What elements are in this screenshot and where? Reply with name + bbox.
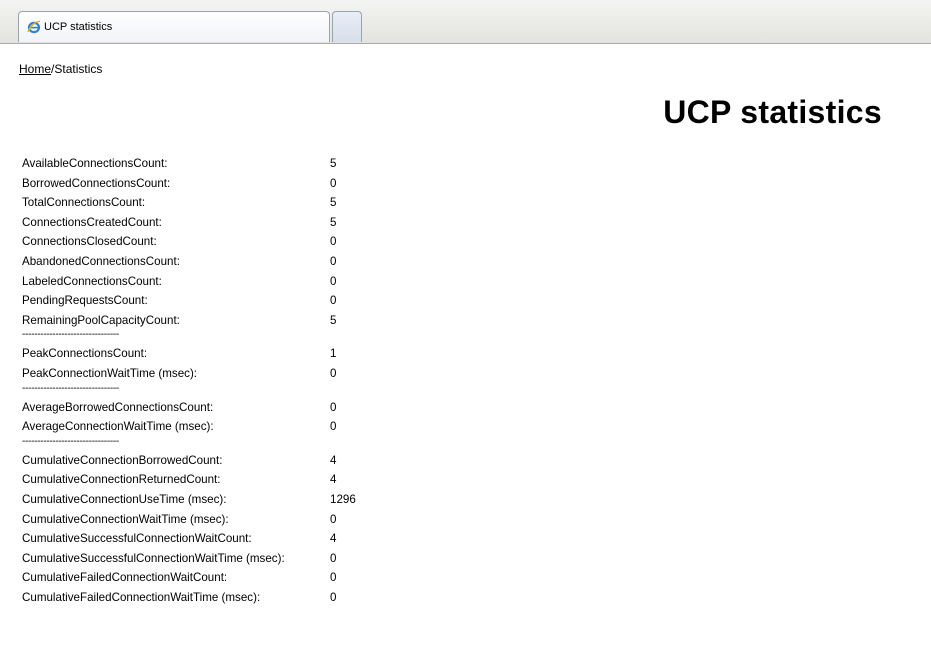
statistic-label: PeakConnectionsCount: xyxy=(22,347,148,361)
statistic-value: 0 xyxy=(330,235,337,249)
section-separator: -------------------------------- xyxy=(22,382,119,394)
browser-tab-title: UCP statistics xyxy=(44,21,113,33)
statistic-value: 5 xyxy=(330,196,337,210)
breadcrumb-current: Statistics xyxy=(54,62,103,76)
statistic-row: CumulativeFailedConnectionWaitTime (msec… xyxy=(22,588,336,608)
statistic-label: CumulativeConnectionBorrowedCount: xyxy=(22,453,223,467)
statistic-value: 4 xyxy=(330,453,337,467)
page-content: Home/Statistics UCP statistics Available… xyxy=(0,44,931,668)
statistic-label: ConnectionsCreatedCount: xyxy=(22,215,162,229)
statistic-label: AverageConnectionWaitTime (msec): xyxy=(22,420,214,434)
statistic-label: CumulativeSuccessfulConnectionWaitCount: xyxy=(22,532,252,546)
section-separator: -------------------------------- xyxy=(22,435,119,447)
statistic-row: RemainingPoolCapacityCount: 5 xyxy=(22,311,336,331)
statistic-value: 0 xyxy=(330,420,337,434)
statistic-row: ConnectionsCreatedCount: 5 xyxy=(22,213,336,233)
statistic-row: CumulativeConnectionReturnedCount: 4 xyxy=(22,470,336,490)
statistic-row: CumulativeConnectionUseTime (msec): 1296 xyxy=(22,490,356,510)
statistic-row: TotalConnectionsCount: 5 xyxy=(22,193,336,213)
statistic-value: 0 xyxy=(330,571,337,585)
statistic-value: 4 xyxy=(330,532,337,546)
statistic-label: TotalConnectionsCount: xyxy=(22,196,146,210)
statistic-row: CumulativeConnectionWaitTime (msec): 0 xyxy=(22,510,336,530)
statistic-row: PeakConnectionsCount: 1 xyxy=(22,344,336,364)
statistic-row: PendingRequestsCount: 0 xyxy=(22,291,336,311)
statistic-row: LabeledConnectionsCount: 0 xyxy=(22,272,336,292)
statistic-value: 0 xyxy=(330,590,337,604)
statistic-row: CumulativeSuccessfulConnectionWaitCount:… xyxy=(22,529,336,549)
new-tab-button[interactable] xyxy=(332,11,362,42)
statistic-value: 0 xyxy=(330,512,337,526)
statistic-label: PeakConnectionWaitTime (msec): xyxy=(22,366,198,380)
statistic-label: CumulativeConnectionWaitTime (msec): xyxy=(22,512,229,526)
statistic-label: CumulativeFailedConnectionWaitCount: xyxy=(22,571,228,585)
statistic-value: 0 xyxy=(330,400,337,414)
statistic-row: AbandonedConnectionsCount: 0 xyxy=(22,252,336,272)
statistic-value: 0 xyxy=(330,176,337,190)
internet-explorer-icon xyxy=(27,20,41,34)
statistic-label: LabeledConnectionsCount: xyxy=(22,274,162,288)
statistic-label: CumulativeConnectionUseTime (msec): xyxy=(22,492,227,506)
statistic-row: BorrowedConnectionsCount: 0 xyxy=(22,174,336,194)
statistic-value: 0 xyxy=(330,294,337,308)
statistic-label: ConnectionsClosedCount: xyxy=(22,235,157,249)
statistic-label: AverageBorrowedConnectionsCount: xyxy=(22,400,214,414)
statistic-label: CumulativeSuccessfulConnectionWaitTime (… xyxy=(22,551,285,565)
statistic-label: BorrowedConnectionsCount: xyxy=(22,176,171,190)
statistic-value: 0 xyxy=(330,274,337,288)
statistic-label: CumulativeFailedConnectionWaitTime (msec… xyxy=(22,590,261,604)
statistic-value: 1 xyxy=(330,347,337,361)
statistic-label: RemainingPoolCapacityCount: xyxy=(22,313,180,327)
browser-tab[interactable]: UCP statistics xyxy=(18,11,330,42)
statistic-row: ConnectionsClosedCount: 0 xyxy=(22,232,336,252)
statistic-row: AverageBorrowedConnectionsCount: 0 xyxy=(22,398,336,418)
statistic-value: 0 xyxy=(330,551,337,565)
statistics-list: AvailableConnectionsCount: 5 BorrowedConne… xyxy=(22,154,356,608)
statistic-value: 0 xyxy=(330,254,337,268)
statistic-value: 5 xyxy=(330,215,337,229)
statistic-label: AbandonedConnectionsCount: xyxy=(22,254,180,268)
statistic-row: CumulativeSuccessfulConnectionWaitTime (… xyxy=(22,549,336,569)
statistic-value: 4 xyxy=(330,473,337,487)
page-title: UCP statistics xyxy=(663,94,882,130)
statistic-value: 0 xyxy=(330,366,337,380)
breadcrumb-home-link[interactable]: Home xyxy=(19,62,51,76)
statistic-row: AverageConnectionWaitTime (msec): 0 xyxy=(22,417,336,437)
statistic-row: PeakConnectionWaitTime (msec): 0 xyxy=(22,364,336,384)
statistic-label: AvailableConnectionsCount: xyxy=(22,157,168,170)
statistic-row: AvailableConnectionsCount: 5 xyxy=(22,154,336,174)
statistic-row: CumulativeFailedConnectionWaitCount: 0 xyxy=(22,568,336,588)
breadcrumb: Home/Statistics xyxy=(19,62,102,76)
statistic-value: 1296 xyxy=(330,492,356,506)
statistic-value: 5 xyxy=(330,157,337,170)
browser-tab-bar: UCP statistics xyxy=(0,0,931,44)
statistic-row: CumulativeConnectionBorrowedCount: 4 xyxy=(22,451,336,471)
statistic-label: PendingRequestsCount: xyxy=(22,294,148,308)
section-separator: -------------------------------- xyxy=(22,329,119,341)
statistic-label: CumulativeConnectionReturnedCount: xyxy=(22,473,221,487)
statistic-value: 5 xyxy=(330,313,337,327)
